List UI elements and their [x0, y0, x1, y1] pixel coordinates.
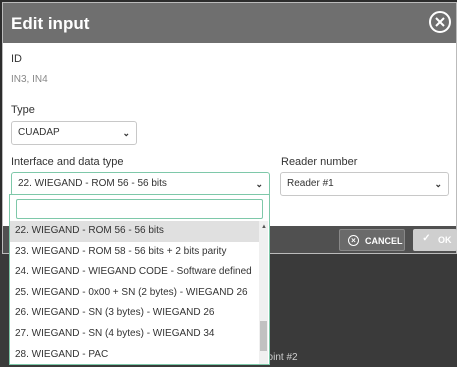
dropdown-list: 22. WIEGAND - ROM 56 - 56 bits 23. WIEGA…	[10, 221, 260, 365]
dropdown-option[interactable]: 23. WIEGAND - ROM 58 - 56 bits + 2 bits …	[10, 242, 260, 263]
chevron-down-icon: ⌄	[122, 128, 130, 138]
dropdown-scrollbar[interactable]: ▲	[259, 221, 268, 364]
reader-label: Reader number	[281, 156, 358, 168]
ok-button[interactable]: ✓ OK	[413, 229, 457, 251]
dropdown-option[interactable]: 25. WIEGAND - 0x00 + SN (2 bytes) - WIEG…	[10, 283, 260, 304]
dropdown-option[interactable]: 24. WIEGAND - WIEGAND CODE - Software de…	[10, 262, 260, 283]
type-select-value: CUADAP	[18, 127, 60, 138]
cancel-icon: ×	[348, 235, 359, 246]
interface-dropdown: 22. WIEGAND - ROM 56 - 56 bits 23. WIEGA…	[9, 194, 270, 365]
reader-select-value: Reader #1	[287, 178, 334, 189]
cancel-button[interactable]: × CANCEL	[339, 229, 405, 251]
type-label: Type	[11, 104, 35, 116]
dropdown-option[interactable]: 22. WIEGAND - ROM 56 - 56 bits	[10, 221, 260, 242]
dropdown-option[interactable]: 28. WIEGAND - PAC	[10, 345, 260, 366]
chevron-down-icon: ⌄	[434, 179, 442, 189]
id-value: IN3, IN4	[11, 74, 48, 85]
scrollbar-thumb[interactable]	[260, 321, 267, 351]
id-label: ID	[11, 53, 22, 65]
dropdown-option[interactable]: 27. WIEGAND - SN (4 bytes) - WIEGAND 34	[10, 324, 260, 345]
type-select[interactable]: CUADAP ⌄	[11, 121, 137, 145]
dropdown-option[interactable]: 26. WIEGAND - SN (3 bytes) - WIEGAND 26	[10, 303, 260, 324]
chevron-down-icon: ⌄	[255, 179, 263, 189]
dialog-title: Edit input	[11, 14, 90, 33]
interface-select-value: 22. WIEGAND - ROM 56 - 56 bits	[18, 178, 167, 189]
check-icon: ✓	[422, 233, 431, 244]
scroll-up-arrow-icon[interactable]: ▲	[261, 224, 267, 230]
interface-label: Interface and data type	[11, 156, 124, 168]
dialog-header: Edit input	[3, 3, 456, 43]
cancel-button-label: CANCEL	[365, 236, 403, 246]
dropdown-search-input[interactable]	[16, 199, 263, 219]
ok-button-label: OK	[438, 235, 452, 245]
interface-select[interactable]: 22. WIEGAND - ROM 56 - 56 bits ⌄	[11, 172, 270, 196]
close-icon[interactable]	[429, 11, 451, 33]
reader-select[interactable]: Reader #1 ⌄	[280, 172, 449, 196]
